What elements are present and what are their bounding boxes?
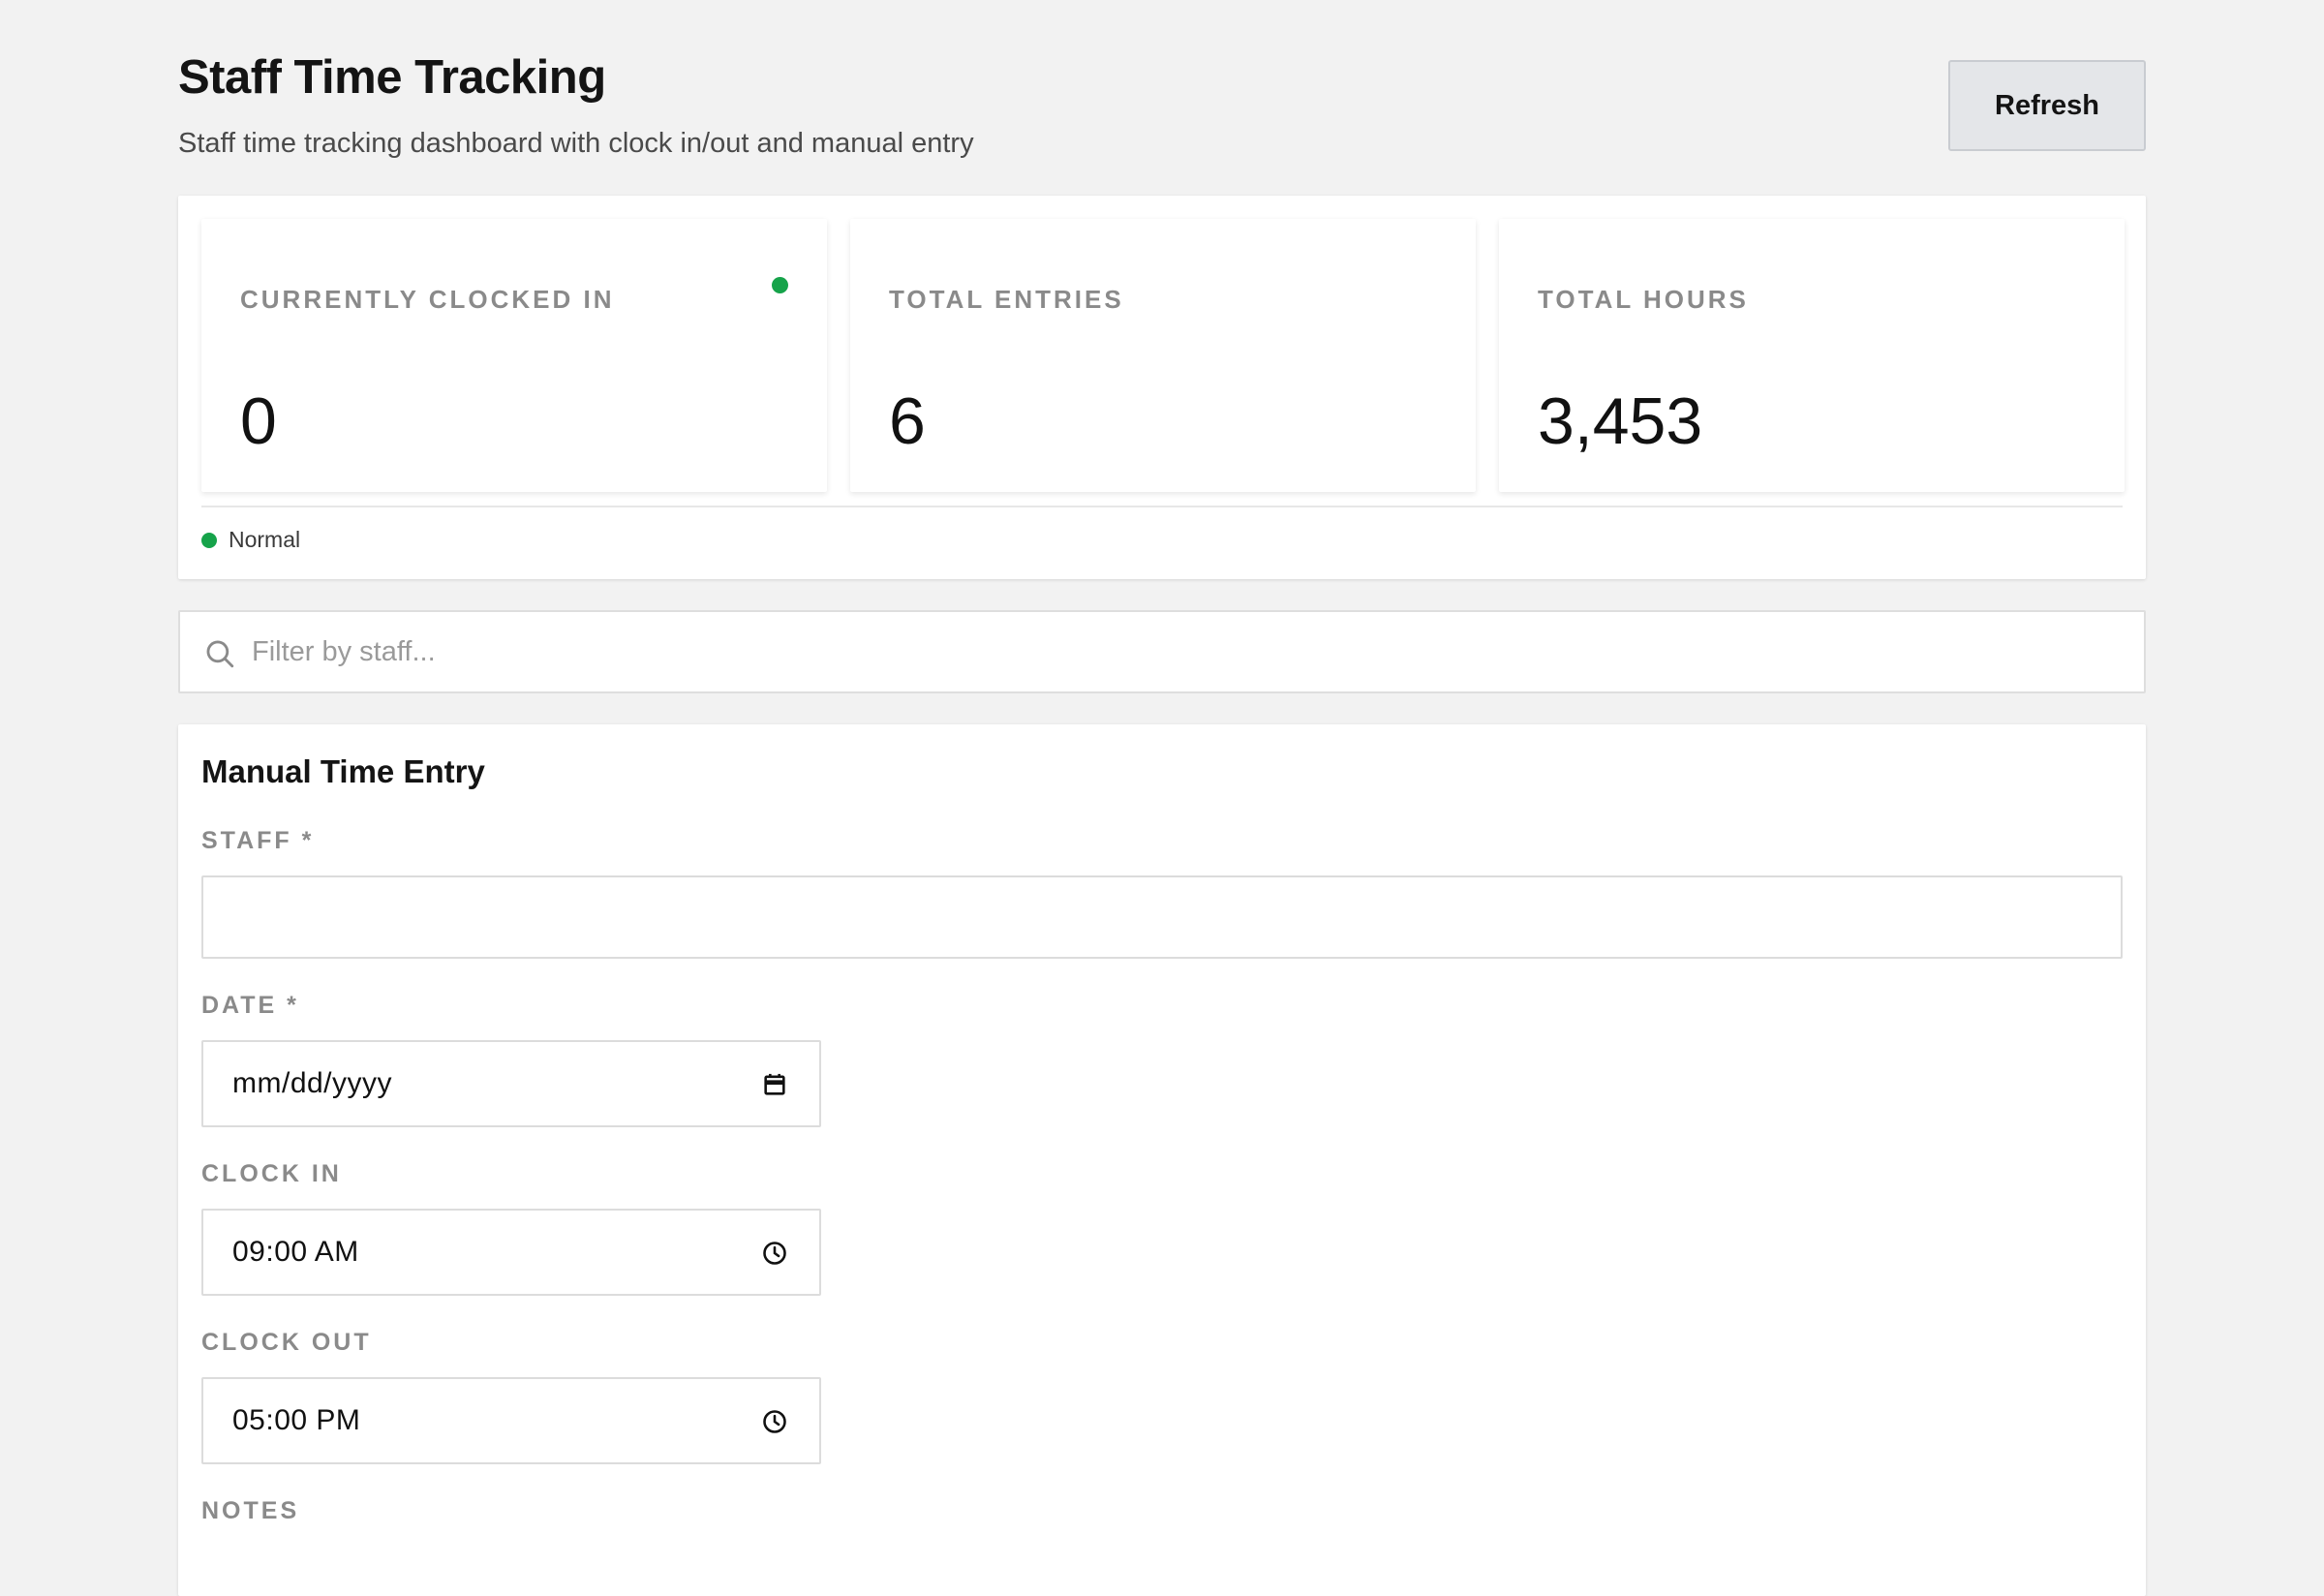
staff-filter [178,610,2146,693]
status-text: Normal [229,527,301,552]
stat-label: TOTAL HOURS [1538,285,1749,314]
clock-out-field[interactable]: 05:00 PM [201,1377,821,1464]
date-label: DATE * [201,992,299,1019]
stat-value: 0 [240,384,277,458]
clock-out-value: 05:00 PM [232,1404,361,1436]
search-icon [206,640,234,668]
stats-panel: CURRENTLY CLOCKED IN 0 TOTAL ENTRIES 6 T… [178,196,2146,579]
stat-card-clocked-in: CURRENTLY CLOCKED IN 0 [201,219,827,492]
stat-value: 3,453 [1538,384,1703,458]
clock-icon[interactable] [761,1240,788,1267]
stat-card-total-hours: TOTAL HOURS 3,453 [1499,219,2125,492]
page-title: Staff Time Tracking [178,51,606,104]
live-indicator-dot [772,277,788,293]
stat-card-total-entries: TOTAL ENTRIES 6 [850,219,1476,492]
page-header: Staff Time Tracking Staff time tracking … [178,0,2146,194]
staff-label: STAFF * [201,827,315,854]
status-dot [201,532,217,548]
date-field[interactable]: mm/dd/yyyy [201,1040,821,1127]
stat-label: CURRENTLY CLOCKED IN [240,285,615,314]
clock-in-field[interactable]: 09:00 AM [201,1209,821,1296]
date-value: mm/dd/yyyy [232,1067,393,1099]
staff-filter-input[interactable] [252,614,2130,690]
page-subtitle: Staff time tracking dashboard with clock… [178,128,974,159]
manual-time-entry-panel: Manual Time Entry STAFF * DATE * mm/dd/y… [178,724,2146,1596]
stat-label: TOTAL ENTRIES [889,285,1124,314]
clock-in-value: 09:00 AM [232,1236,359,1268]
clock-in-label: CLOCK IN [201,1160,342,1187]
page: Staff Time Tracking Staff time tracking … [178,0,2146,1596]
staff-field[interactable] [201,875,2123,959]
calendar-icon[interactable] [761,1071,788,1098]
stat-value: 6 [889,384,926,458]
status-indicator: Normal [201,527,300,553]
section-title: Manual Time Entry [201,753,485,789]
notes-label: NOTES [201,1497,300,1524]
clock-icon[interactable] [761,1408,788,1435]
divider [201,506,2123,507]
clock-out-label: CLOCK OUT [201,1329,372,1356]
refresh-button[interactable]: Refresh [1948,60,2146,151]
